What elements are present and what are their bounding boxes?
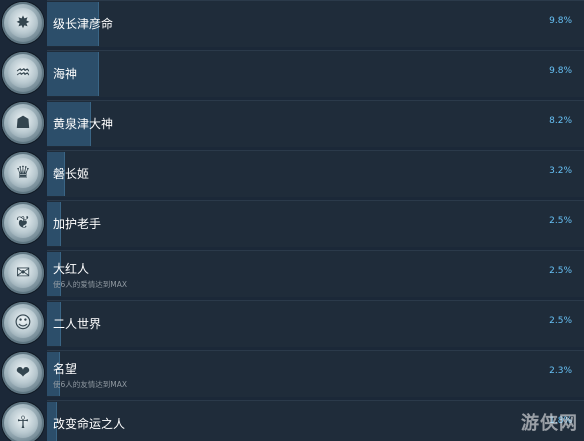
guardian-bird-icon: ❦ (2, 202, 44, 244)
achievement-panel: 磐长姬 3.2% (47, 150, 584, 197)
achievement-row[interactable]: ♒ 海神 9.8% (0, 50, 584, 100)
unlock-percentage: 2.5% (549, 316, 572, 326)
achievement-name: 二人世界 (53, 317, 102, 331)
sea-serpent-icon: ♒ (2, 52, 44, 94)
achievement-row[interactable]: ☗ 黄泉津大神 8.2% (0, 100, 584, 150)
icon-emblem: ❦ (8, 208, 38, 238)
achievement-row[interactable]: ✉ 大红人使6人的爱情达到MAX 2.5% (0, 250, 584, 300)
icon-emblem: ☥ (8, 408, 38, 438)
love-letter-icon: ✉ (2, 252, 44, 294)
achievement-row[interactable]: ☺ 二人世界 2.5% (0, 300, 584, 350)
unlock-percentage: 3.2% (549, 166, 572, 176)
achievement-description: 使6人的爱情达到MAX (53, 280, 128, 289)
achievement-list: ✸ 级长津彦命 9.8% ♒ 海神 9.8% ☗ 黄泉津大神 8.2% ♛ 磐长姬 3.2% ❦ 加护老手… (0, 0, 584, 441)
princess-icon: ♛ (2, 152, 44, 194)
achievement-name: 加护老手 (53, 217, 102, 231)
unlock-percentage: 8.2% (549, 116, 572, 126)
achievement-panel: 二人世界 2.5% (47, 300, 584, 347)
achievement-name: 改变命运之人 (53, 417, 126, 431)
achievement-row[interactable]: ✸ 级长津彦命 9.8% (0, 0, 584, 50)
achievement-name: 磐长姬 (53, 167, 90, 181)
dragon-helm-icon: ✸ (2, 2, 44, 44)
achievement-description: 使6人的友情达到MAX (53, 380, 128, 389)
achievement-name: 级长津彦命 (53, 17, 114, 31)
achievement-row[interactable]: ❦ 加护老手 2.5% (0, 200, 584, 250)
achievement-panel: 名望使6人的友情达到MAX 2.3% (47, 350, 584, 397)
achievement-name: 海神 (53, 67, 78, 81)
achievement-panel: 黄泉津大神 8.2% (47, 100, 584, 147)
achievement-panel: 海神 9.8% (47, 50, 584, 97)
unlock-percentage: 2.5% (549, 266, 572, 276)
icon-emblem: ♛ (8, 158, 38, 188)
heart-circle-icon: ❤ (2, 352, 44, 394)
achievement-row[interactable]: ♛ 磐长姬 3.2% (0, 150, 584, 200)
icon-emblem: ☺ (8, 308, 38, 338)
achievement-panel: 大红人使6人的爱情达到MAX 2.5% (47, 250, 584, 297)
site-watermark: 游侠网 (521, 413, 578, 434)
unlock-percentage: 2.3% (549, 366, 572, 376)
unlock-percentage: 2.5% (549, 216, 572, 226)
icon-emblem: ✉ (8, 258, 38, 288)
unlock-percentage: 9.8% (549, 66, 572, 76)
achievement-panel: 加护老手 2.5% (47, 200, 584, 247)
achievement-row[interactable]: ❤ 名望使6人的友情达到MAX 2.3% (0, 350, 584, 400)
achievement-name: 名望 (53, 362, 78, 376)
icon-emblem: ✸ (8, 8, 38, 38)
achievement-name: 黄泉津大神 (53, 117, 114, 131)
achievement-row[interactable]: ☥ 改变命运之人 1.8% (0, 400, 584, 441)
icon-emblem: ☗ (8, 108, 38, 138)
achievement-panel: 改变命运之人 1.8% (47, 400, 584, 441)
unlock-percentage: 9.8% (549, 16, 572, 26)
icon-emblem: ❤ (8, 358, 38, 388)
couple-icon: ☺ (2, 302, 44, 344)
oni-mask-icon: ☗ (2, 102, 44, 144)
achievement-panel: 级长津彦命 9.8% (47, 0, 584, 47)
destiny-figure-icon: ☥ (2, 402, 44, 441)
achievement-name: 大红人 (53, 262, 90, 276)
icon-emblem: ♒ (8, 58, 38, 88)
